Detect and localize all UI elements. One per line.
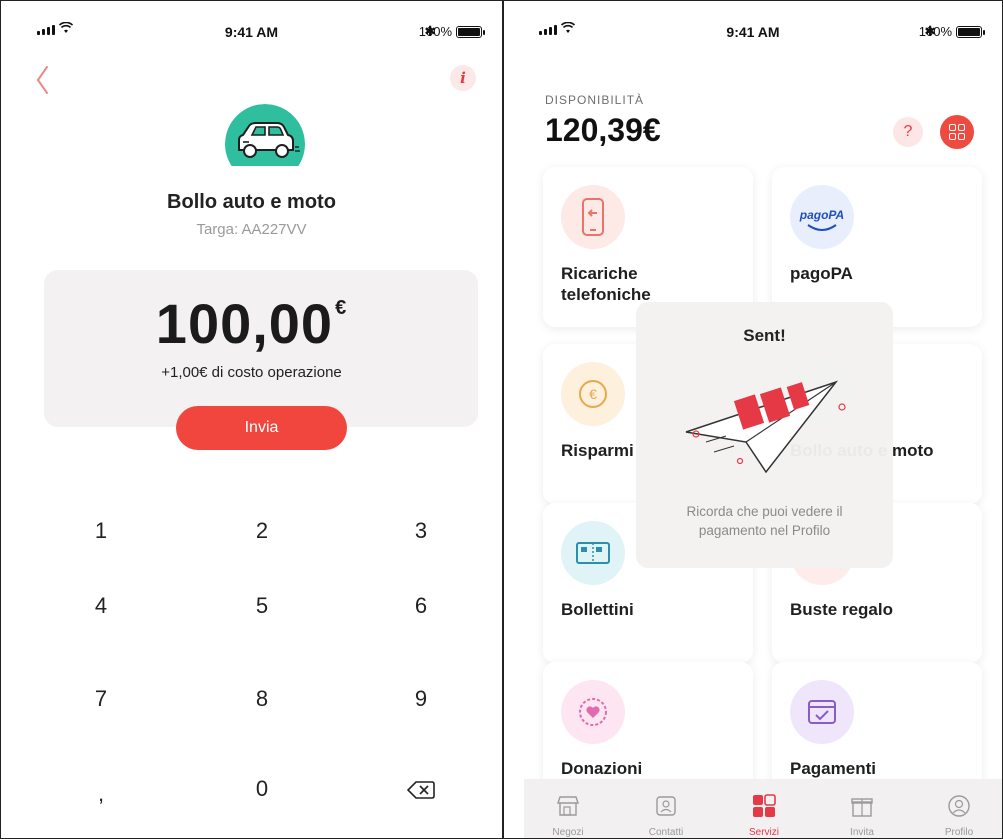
key-2[interactable]: 2	[202, 501, 322, 561]
info-button[interactable]: i	[450, 65, 476, 91]
chevron-left-icon	[36, 66, 48, 94]
pagopa-logo-icon: pagoPA	[790, 185, 854, 249]
bollo-payment-screen: 9:41 AM ✱ 100% i Bollo auto e moto Targa…	[0, 0, 503, 839]
key-4[interactable]: 4	[41, 576, 161, 636]
send-button[interactable]: Invia	[176, 406, 347, 450]
svg-text:pagoPA: pagoPA	[799, 208, 844, 222]
bill-icon	[561, 521, 625, 585]
services-menu-button[interactable]	[940, 115, 974, 149]
services-screen: 9:41 AM ✱ 100% DISPONIBILITÀ 120,39€ ? R…	[503, 0, 1003, 839]
contacts-icon	[656, 796, 676, 816]
tile-label: Pagamenti	[790, 759, 876, 778]
heart-icon	[561, 680, 625, 744]
tile-label: Buste regalo	[790, 600, 893, 619]
key-8[interactable]: 8	[202, 669, 322, 729]
availability-label: DISPONIBILITÀ	[545, 93, 645, 107]
amount-value: 100,00	[155, 292, 334, 355]
key-7[interactable]: 7	[41, 669, 161, 729]
tab-contatti[interactable]: Contatti	[636, 791, 696, 838]
car-icon	[238, 122, 300, 158]
key-1[interactable]: 1	[41, 501, 161, 561]
key-5[interactable]: 5	[202, 576, 322, 636]
key-comma[interactable]: ,	[41, 764, 161, 824]
tab-profilo[interactable]: Profilo	[929, 791, 989, 838]
balance-amount: 120,39€	[545, 112, 661, 148]
battery-icon	[956, 26, 985, 38]
key-delete[interactable]	[361, 759, 481, 819]
status-bar: 9:41 AM ✱ 100%	[1, 21, 502, 45]
payment-check-icon	[790, 680, 854, 744]
tab-negozi[interactable]: Negozi	[538, 791, 598, 838]
help-icon: ?	[903, 123, 913, 140]
service-title: Bollo auto e moto	[167, 191, 336, 213]
service-avatar	[225, 104, 305, 166]
bottom-tab-bar: Negozi Contatti Servizi Invita Profilo	[524, 779, 1002, 838]
info-icon: i	[460, 69, 466, 87]
key-0[interactable]: 0	[202, 759, 322, 819]
key-9[interactable]: 9	[361, 669, 481, 729]
euro-coin-icon: €	[561, 362, 625, 426]
key-6[interactable]: 6	[361, 576, 481, 636]
battery-percent: 100%	[918, 24, 952, 39]
tile-label: pagoPA	[790, 264, 853, 283]
toast-message: Ricorda che puoi vedere il pagamento nel…	[686, 504, 843, 538]
tab-label: Servizi	[748, 827, 779, 838]
plate-number: Targa: AA227VV	[196, 221, 307, 238]
svg-text:€: €	[589, 386, 597, 402]
toast-title: Sent!	[743, 326, 786, 345]
fee-note: +1,00€ di costo operazione	[161, 364, 342, 381]
status-bar: 9:41 AM ✱ 100%	[504, 21, 1002, 45]
tab-invita[interactable]: Invita	[832, 791, 892, 838]
profile-icon	[948, 795, 970, 817]
paper-plane-icon	[685, 380, 846, 474]
currency-symbol: €	[335, 297, 348, 319]
phone-topup-icon	[561, 185, 625, 249]
gift-icon	[851, 798, 873, 817]
tab-servizi[interactable]: Servizi	[734, 791, 794, 838]
tab-label: Profilo	[944, 827, 974, 838]
tab-label: Contatti	[648, 827, 684, 838]
tile-label: Ricariche telefoniche	[561, 264, 651, 304]
back-button[interactable]	[31, 63, 55, 97]
battery-icon	[456, 26, 485, 38]
services-grid-icon	[753, 794, 776, 817]
tile-label: Bollettini	[561, 600, 634, 619]
key-3[interactable]: 3	[361, 501, 481, 561]
store-icon	[557, 796, 579, 816]
tab-label: Negozi	[552, 827, 584, 838]
tile-label: Donazioni	[561, 759, 643, 778]
tab-label: Invita	[850, 827, 874, 838]
sent-toast: Sent! Ricorda che puoi vedere il pagamen…	[636, 302, 893, 568]
help-button[interactable]: ?	[893, 117, 923, 147]
battery-percent: 100%	[418, 24, 452, 39]
backspace-icon	[406, 781, 435, 799]
amount-display: 100,00 €	[1, 291, 502, 356]
